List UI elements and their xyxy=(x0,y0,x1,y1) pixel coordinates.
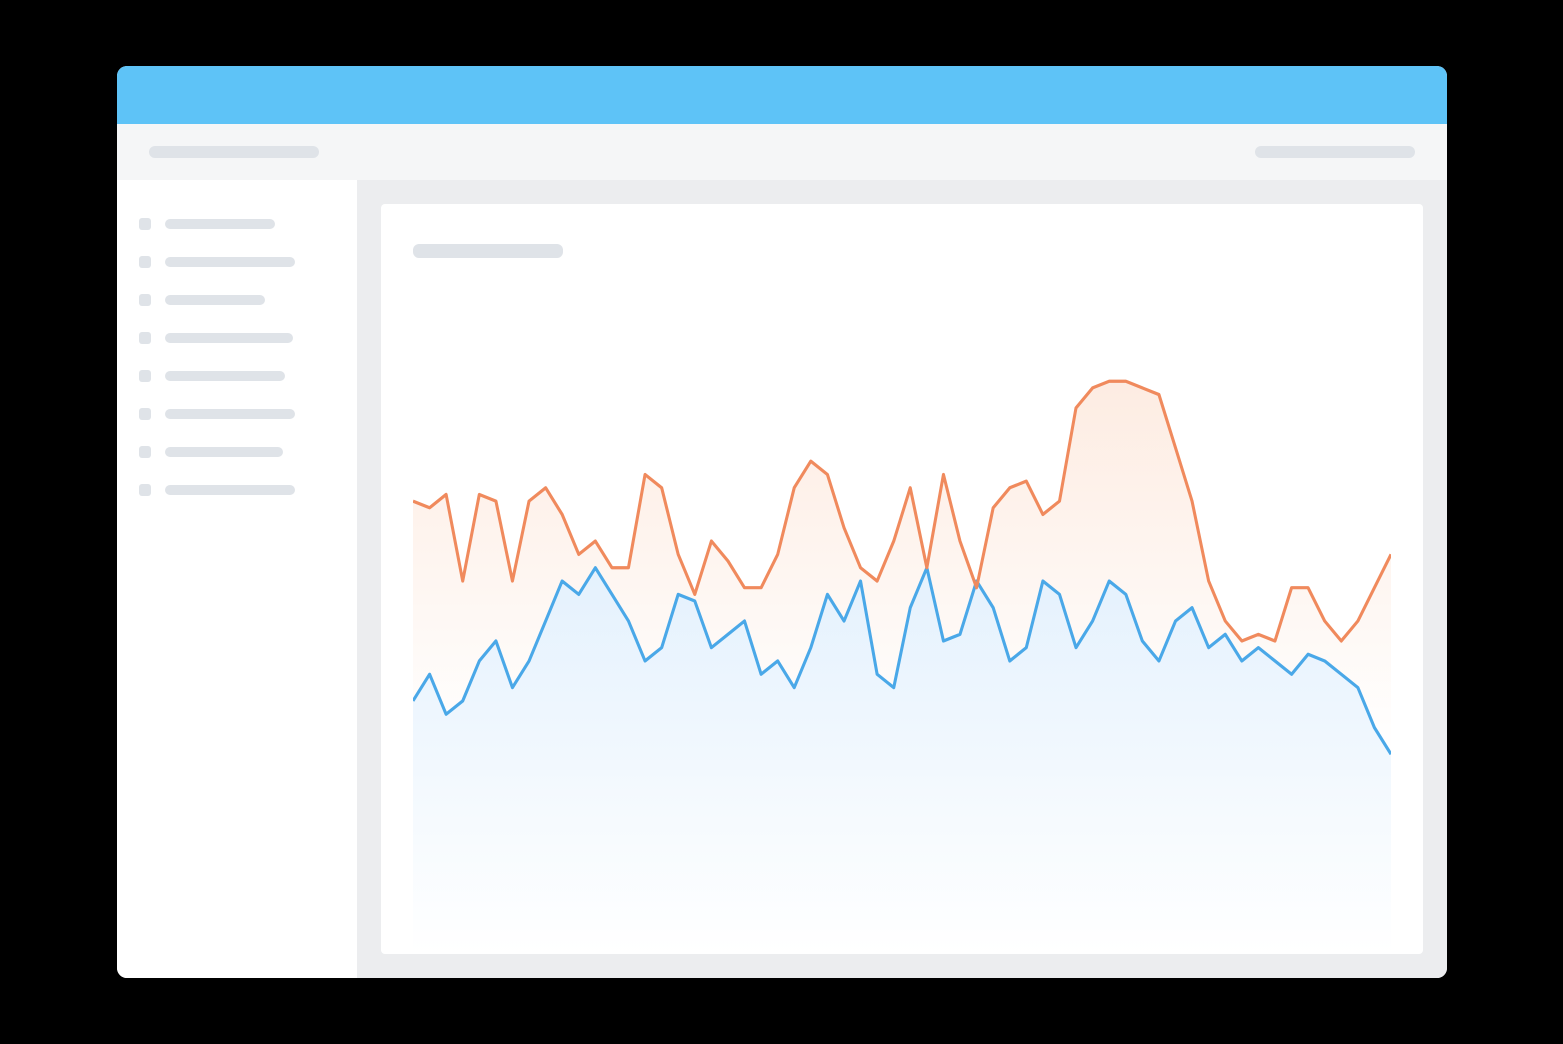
sidebar-item-0[interactable] xyxy=(139,218,335,230)
toolbar-left-placeholder xyxy=(149,146,319,158)
sidebar-item-2[interactable] xyxy=(139,294,335,306)
card-title-placeholder xyxy=(413,244,563,258)
nav-label-placeholder xyxy=(165,333,293,343)
nav-icon xyxy=(139,408,151,420)
toolbar-right-placeholder xyxy=(1255,146,1415,158)
area-chart xyxy=(413,288,1391,954)
nav-label-placeholder xyxy=(165,257,295,267)
nav-label-placeholder xyxy=(165,409,295,419)
nav-label-placeholder xyxy=(165,295,265,305)
sidebar-item-6[interactable] xyxy=(139,446,335,458)
sidebar xyxy=(117,180,357,978)
chart-card xyxy=(381,204,1423,954)
nav-icon xyxy=(139,294,151,306)
nav-label-placeholder xyxy=(165,485,295,495)
sidebar-item-1[interactable] xyxy=(139,256,335,268)
nav-label-placeholder xyxy=(165,371,285,381)
nav-icon xyxy=(139,332,151,344)
nav-icon xyxy=(139,218,151,230)
nav-icon xyxy=(139,370,151,382)
sidebar-item-7[interactable] xyxy=(139,484,335,496)
app-window xyxy=(117,66,1447,978)
app-body xyxy=(117,180,1447,978)
sidebar-item-5[interactable] xyxy=(139,408,335,420)
window-titlebar xyxy=(117,66,1447,124)
nav-icon xyxy=(139,446,151,458)
nav-label-placeholder xyxy=(165,219,275,229)
toolbar xyxy=(117,124,1447,180)
nav-icon xyxy=(139,484,151,496)
chart-container xyxy=(413,288,1391,954)
nav-icon xyxy=(139,256,151,268)
sidebar-item-3[interactable] xyxy=(139,332,335,344)
sidebar-item-4[interactable] xyxy=(139,370,335,382)
content-area xyxy=(357,180,1447,978)
nav-label-placeholder xyxy=(165,447,283,457)
